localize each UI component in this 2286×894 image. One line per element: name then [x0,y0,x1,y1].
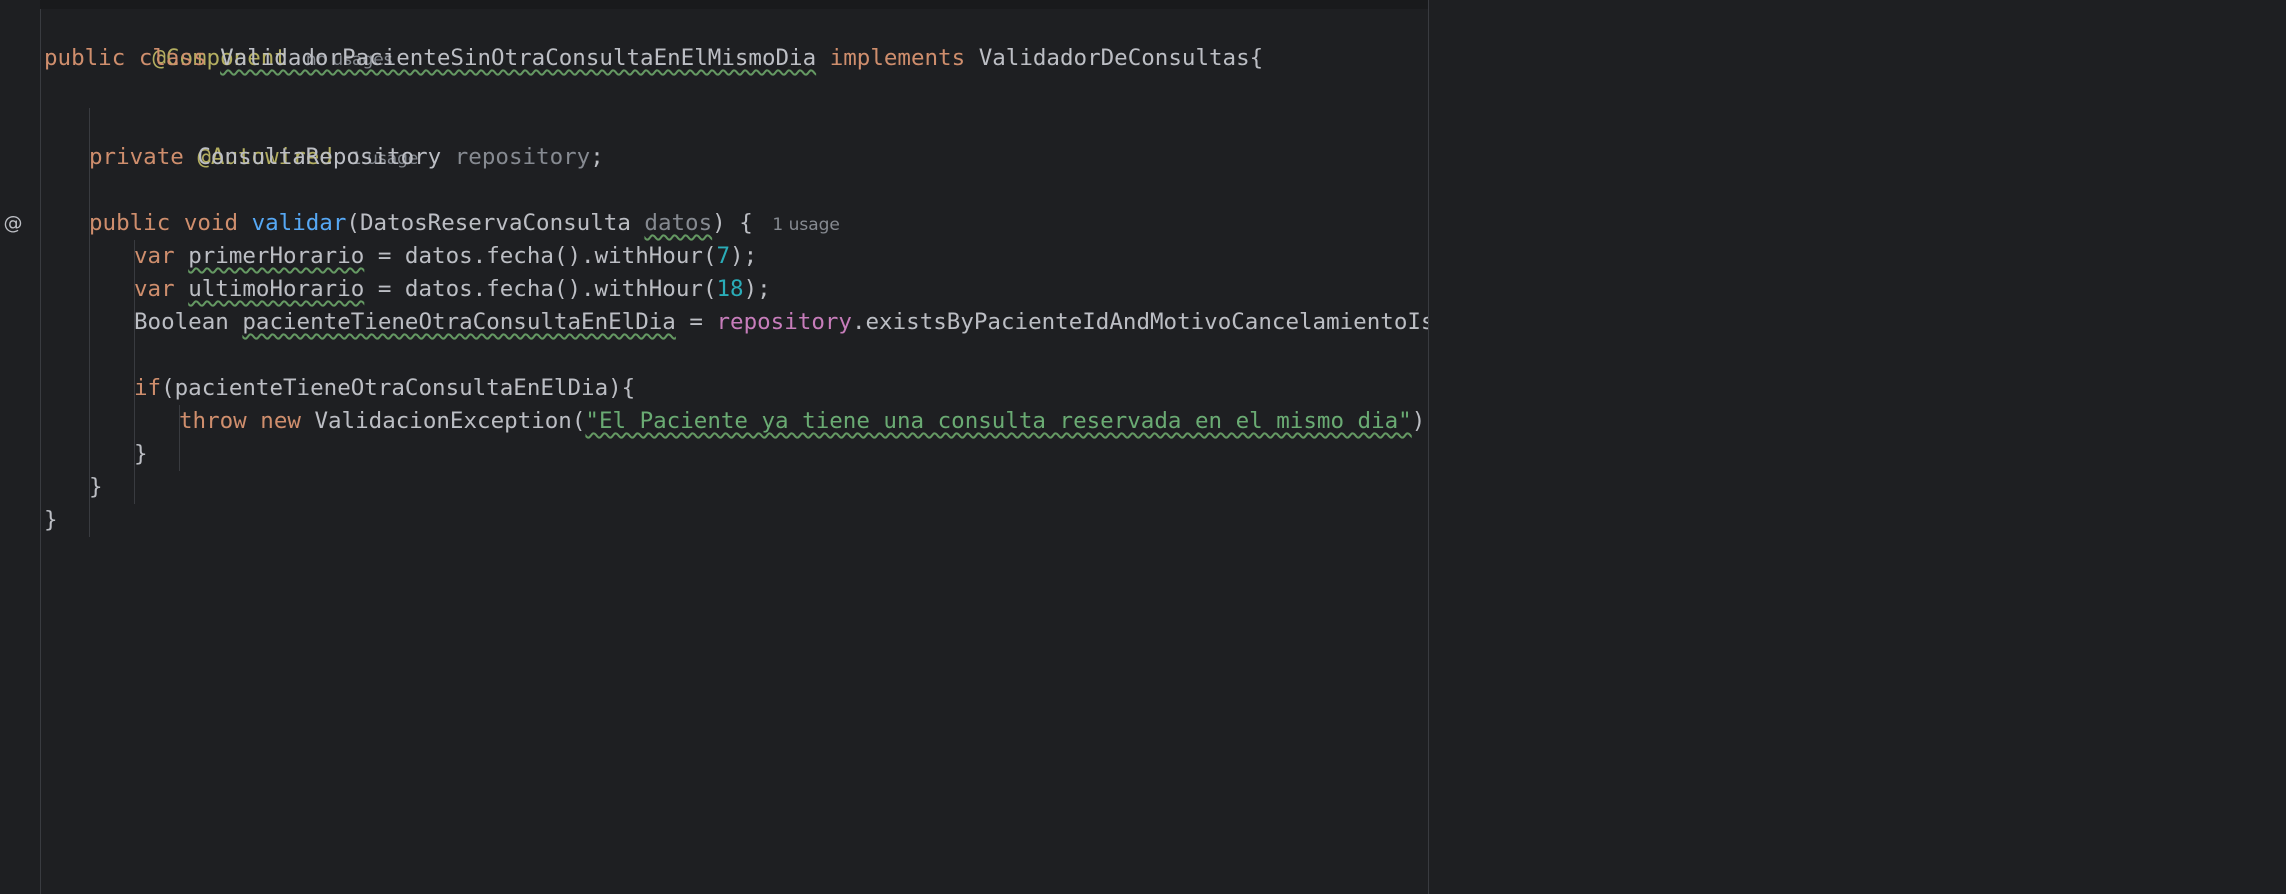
keyword-if: if [134,375,162,401]
expression-primerhorario: = datos.fecha().withHour( [364,243,717,269]
annotation-gutter-icon[interactable]: @ [2,212,24,234]
keyword-public-method: public [89,210,171,236]
open-paren: ( [346,210,360,236]
number-seven: 7 [716,243,731,269]
editor-gutter[interactable] [0,0,40,894]
expression-tail-ultimo: ); [743,276,771,302]
keyword-var-primer: var [134,243,175,269]
param-type-datosreservaconsulta[interactable]: DatosReservaConsulta [360,210,631,236]
field-name-repository[interactable]: repository [455,144,590,170]
variable-primerhorario[interactable]: primerHorario [188,243,364,269]
close-brace-class: } [44,507,58,533]
field-ref-repository[interactable]: repository [717,309,852,335]
keyword-var-ultimo: var [134,276,175,302]
keyword-throw: throw [179,408,247,434]
interface-name-validadordeconsultas[interactable]: ValidadorDeConsultas [979,45,1250,71]
close-brace-if: } [134,441,148,467]
variable-ultimohorario[interactable]: ultimoHorario [188,276,364,302]
keyword-implements: implements [829,45,966,71]
param-name-datos[interactable]: datos [644,210,712,236]
class-name-validador[interactable]: ValidadorPacienteSinOtraConsultaEnElMism… [220,45,816,71]
expression-ultimohorario: = datos.fecha().withHour( [364,276,717,302]
keyword-private: private [89,144,184,170]
semicolon: ; [590,144,604,170]
keyword-class: class [138,45,207,71]
field-type-consultarepository[interactable]: ConsultaRepository [197,144,441,170]
variable-pacientetieneotraconsulta[interactable]: pacienteTieneOtraConsultaEnElDia [242,309,675,335]
keyword-new: new [260,408,301,434]
expression-tail-primer: ); [730,243,758,269]
editor-right-pane [1429,0,2286,894]
if-condition[interactable]: (pacienteTieneOtraConsultaEnElDia){ [161,375,635,401]
string-literal-message[interactable]: "El Paciente ya tiene una consulta reser… [585,408,1411,434]
close-brace-method: } [89,474,103,500]
code-editor[interactable]: @ @Component no usages public class Valid… [0,0,2286,894]
exception-type-validacionexception[interactable]: ValidacionException [314,408,571,434]
exception-open-paren: ( [571,408,586,434]
type-boolean[interactable]: Boolean [134,309,229,335]
keyword-public: public [44,45,126,71]
method-open-brace: ) { [712,210,767,236]
keyword-void: void [183,210,239,236]
editor-scrollbar[interactable] [2270,9,2286,894]
assign-operator: = [675,309,717,335]
number-eighteen: 18 [716,276,744,302]
method-name-validar[interactable]: validar [252,210,347,236]
inlay-hint-one-usage-method[interactable]: 1 usage [772,215,840,235]
open-brace-class: { [1249,45,1264,71]
